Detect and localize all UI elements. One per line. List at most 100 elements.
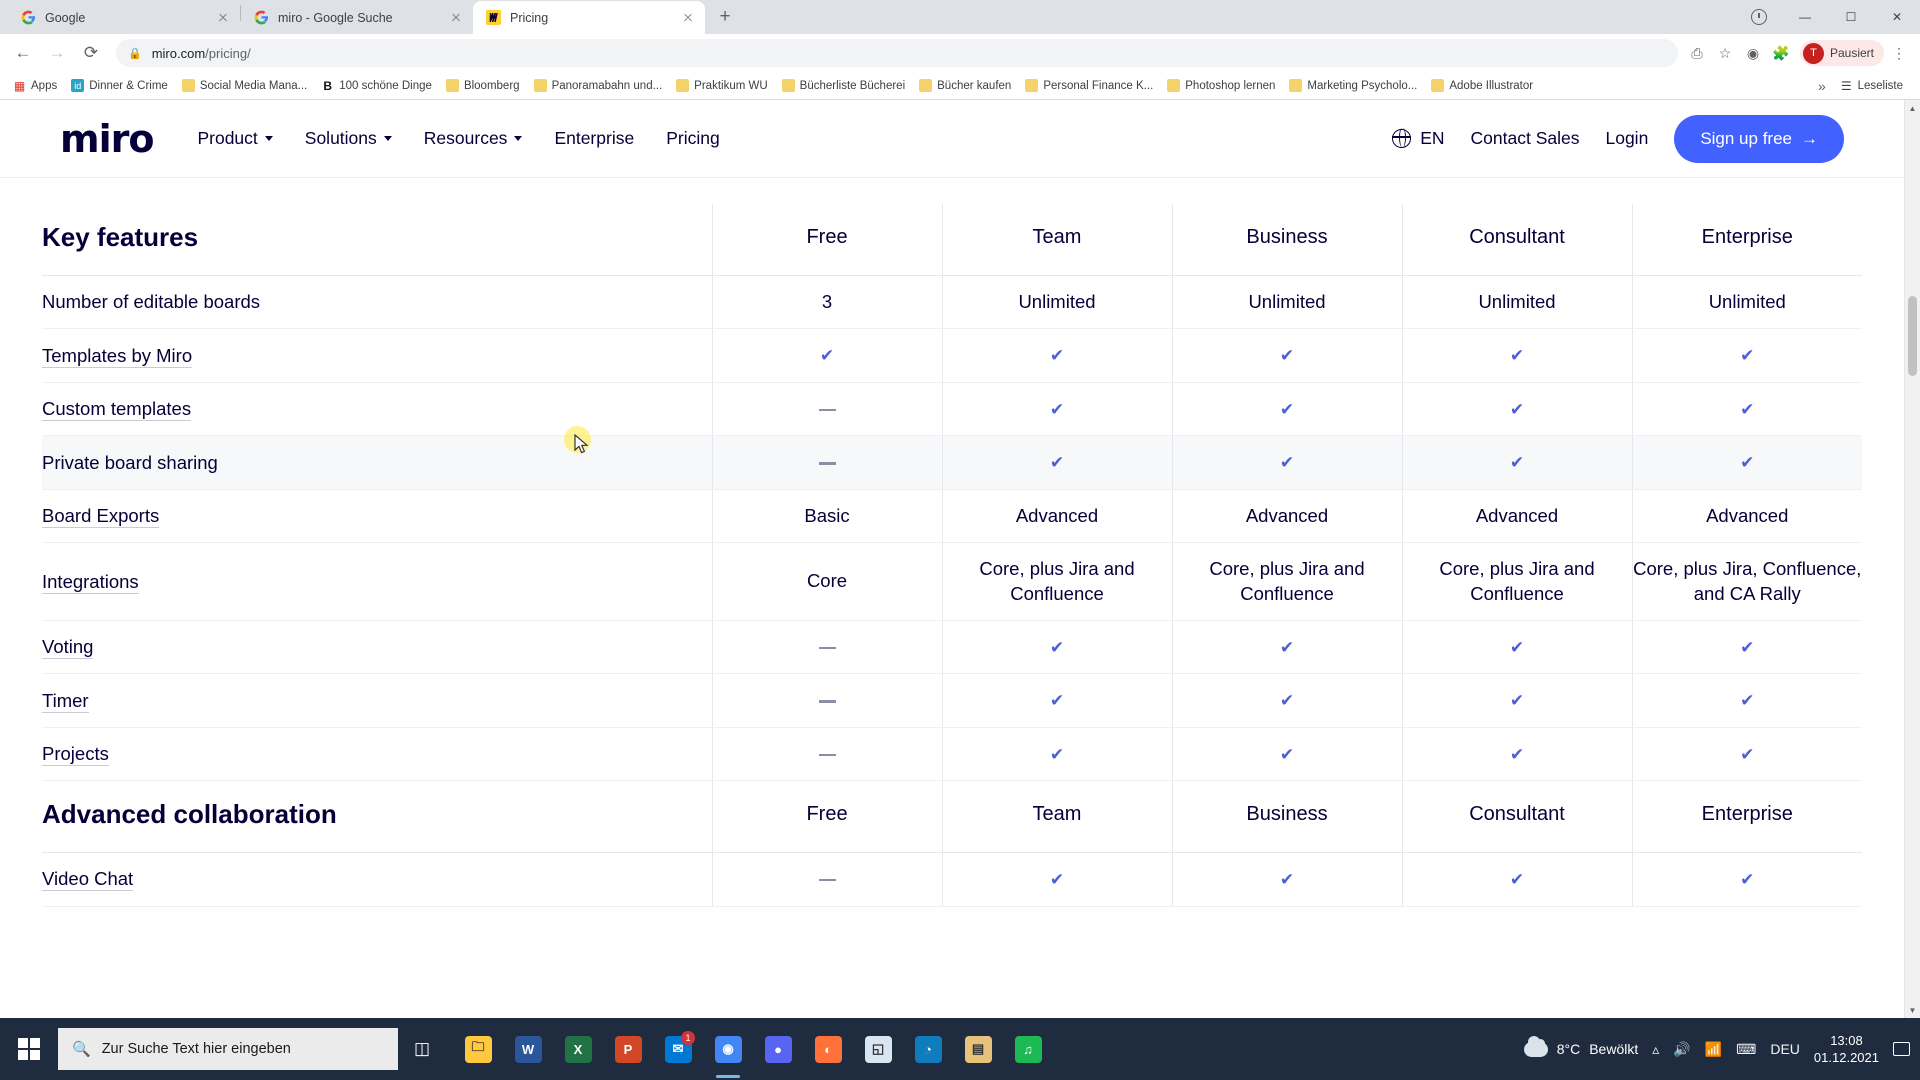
reload-button[interactable]: ⟳ xyxy=(76,38,106,68)
extensions-avatar-icon[interactable]: ◉ xyxy=(1740,40,1766,66)
spotify-button[interactable]: ♫ xyxy=(1004,1018,1052,1080)
powerpoint-button[interactable]: P xyxy=(604,1018,652,1080)
scrollbar-thumb[interactable] xyxy=(1908,296,1917,376)
start-button[interactable] xyxy=(0,1018,58,1080)
plan-cell: ✔ xyxy=(1631,673,1862,728)
chevron-down-icon xyxy=(514,136,523,141)
new-tab-button[interactable]: + xyxy=(711,3,739,31)
contact-sales-link[interactable]: Contact Sales xyxy=(1471,128,1580,149)
close-icon[interactable] xyxy=(680,10,696,26)
nav-item-enterprise[interactable]: Enterprise xyxy=(554,128,634,149)
dash-icon xyxy=(818,700,836,703)
login-link[interactable]: Login xyxy=(1605,128,1648,149)
check-icon: ✔ xyxy=(1509,691,1525,711)
bookmark-praktikum-wu[interactable]: Praktikum WU xyxy=(669,77,774,94)
keyboard-icon[interactable]: ⌨ xyxy=(1736,1041,1756,1058)
close-window-button[interactable]: ✕ xyxy=(1874,1,1920,33)
plan-cell: ✔ xyxy=(1171,727,1402,782)
plan-cell: ✔ xyxy=(1401,620,1632,675)
minimize-button[interactable]: — xyxy=(1782,1,1828,33)
taskbar-search-input[interactable]: 🔍 Zur Suche Text hier eingeben xyxy=(58,1028,398,1070)
bookmark-bloomberg[interactable]: Bloomberg xyxy=(439,77,527,94)
maximize-button[interactable]: ☐ xyxy=(1828,1,1874,33)
task-view-button[interactable]: ◫ xyxy=(398,1018,446,1080)
close-icon[interactable] xyxy=(448,10,464,26)
bookmarks-overflow-button[interactable]: » xyxy=(1818,78,1826,94)
firefox-button[interactable]: ◐ xyxy=(804,1018,852,1080)
plan-cell: ✔ xyxy=(1401,673,1632,728)
volume-icon[interactable]: 🔊 xyxy=(1673,1041,1690,1058)
bookmark-adobe-illustrator[interactable]: Adobe Illustrator xyxy=(1424,77,1540,94)
bookmark-buecherliste[interactable]: Bücherliste Bücherei xyxy=(775,77,912,94)
signup-free-button[interactable]: Sign up free → xyxy=(1674,114,1844,163)
language-label: EN xyxy=(1420,128,1445,148)
bookmark-dinner-crime[interactable]: id Dinner & Crime xyxy=(64,77,175,94)
paint-button[interactable]: ▤ xyxy=(954,1018,1002,1080)
mail-button[interactable]: ✉ 1 xyxy=(654,1018,702,1080)
nav-item-resources[interactable]: Resources xyxy=(424,128,523,149)
weather-widget[interactable]: 8°C Bewölkt xyxy=(1523,1035,1638,1057)
close-icon[interactable] xyxy=(215,10,231,26)
kebab-menu-icon[interactable]: ⋮ xyxy=(1886,40,1912,66)
browser-tab-google[interactable]: Google xyxy=(8,1,240,34)
scroll-down-arrow-icon[interactable]: ▼ xyxy=(1905,1002,1920,1018)
word-button[interactable]: W xyxy=(504,1018,552,1080)
plan-cell: 3 xyxy=(711,275,942,330)
language-selector[interactable]: EN xyxy=(1391,128,1445,149)
feature-name: Projects xyxy=(42,727,712,782)
address-input[interactable]: 🔒 miro.com/pricing/ xyxy=(116,39,1678,67)
star-icon[interactable]: ☆ xyxy=(1712,40,1738,66)
notification-icon[interactable] xyxy=(1893,1042,1910,1056)
wifi-icon[interactable]: 📶 xyxy=(1705,1041,1722,1058)
mouse-cursor xyxy=(564,426,591,460)
bookmark-apps[interactable]: ▦ Apps xyxy=(6,77,64,94)
chevron-up-icon[interactable]: ▵ xyxy=(1652,1041,1659,1058)
check-icon: ✔ xyxy=(1279,399,1295,419)
bookmark-label: Praktikum WU xyxy=(694,79,768,92)
bookmark-buecher-kaufen[interactable]: Bücher kaufen xyxy=(912,77,1018,94)
browser-tab-miro-search[interactable]: miro - Google Suche xyxy=(241,1,473,34)
feature-name: Number of editable boards xyxy=(42,275,712,330)
check-icon: ✔ xyxy=(1740,399,1755,419)
nav-item-product[interactable]: Product xyxy=(197,128,273,149)
bookmark-marketing-psychologie[interactable]: Marketing Psycholo... xyxy=(1282,77,1424,94)
nav-item-solutions[interactable]: Solutions xyxy=(305,128,392,149)
plan-cell: Unlimited xyxy=(1401,275,1632,330)
edge-button[interactable]: ◔ xyxy=(904,1018,952,1080)
arrow-right-icon: → xyxy=(1801,128,1818,148)
bookmark-personal-finance[interactable]: Personal Finance K... xyxy=(1018,77,1160,94)
translate-icon[interactable]: ⎙ xyxy=(1684,40,1710,66)
profile-chip[interactable]: T Pausiert xyxy=(1799,40,1884,66)
folder-icon xyxy=(919,79,933,92)
clock-widget[interactable]: 13:08 01.12.2021 xyxy=(1814,1032,1879,1066)
bookmark-social-media[interactable]: Social Media Mana... xyxy=(175,77,314,94)
bookmark-100-schoene-dinge[interactable]: B 100 schöne Dinge xyxy=(314,77,439,94)
scroll-up-arrow-icon[interactable]: ▲ xyxy=(1905,100,1920,116)
dash-icon xyxy=(818,408,836,412)
pause-indicator-icon[interactable] xyxy=(1736,1,1782,33)
plan-cell: ✔ xyxy=(1401,382,1632,437)
reading-list-label: Leseliste xyxy=(1857,79,1903,92)
discord-button[interactable]: ● xyxy=(754,1018,802,1080)
photos-button[interactable]: ◱ xyxy=(854,1018,902,1080)
nav-item-pricing[interactable]: Pricing xyxy=(666,128,720,149)
miro-logo[interactable]: miro xyxy=(60,120,154,158)
bookmark-panoramabahn[interactable]: Panoramabahn und... xyxy=(527,77,670,94)
bookmark-label: Personal Finance K... xyxy=(1043,79,1154,92)
extensions-icon[interactable]: 🧩 xyxy=(1768,40,1794,66)
file-explorer-button[interactable]: 🗀 xyxy=(454,1018,502,1080)
page-scrollbar[interactable]: ▲ ▼ xyxy=(1904,100,1920,1018)
search-placeholder: Zur Suche Text hier eingeben xyxy=(101,1041,291,1057)
address-bar-row: ← → ⟳ 🔒 miro.com/pricing/ ⎙ ☆ ◉ 🧩 T Paus… xyxy=(0,34,1920,72)
browser-tab-pricing[interactable]: Pricing xyxy=(473,1,705,34)
back-button[interactable]: ← xyxy=(8,38,38,68)
bookmark-label: Photoshop lernen xyxy=(1185,79,1276,92)
reading-list-button[interactable]: ☰ Leseliste xyxy=(1834,77,1910,95)
forward-button[interactable]: → xyxy=(42,38,72,68)
chrome-button[interactable]: ◉ xyxy=(704,1018,752,1080)
language-indicator[interactable]: DEU xyxy=(1770,1041,1800,1057)
bookmark-photoshop-lernen[interactable]: Photoshop lernen xyxy=(1160,77,1282,94)
apps-grid-icon: ▦ xyxy=(13,78,26,93)
plan-cell: ✔ xyxy=(941,382,1172,437)
excel-button[interactable]: X xyxy=(554,1018,602,1080)
